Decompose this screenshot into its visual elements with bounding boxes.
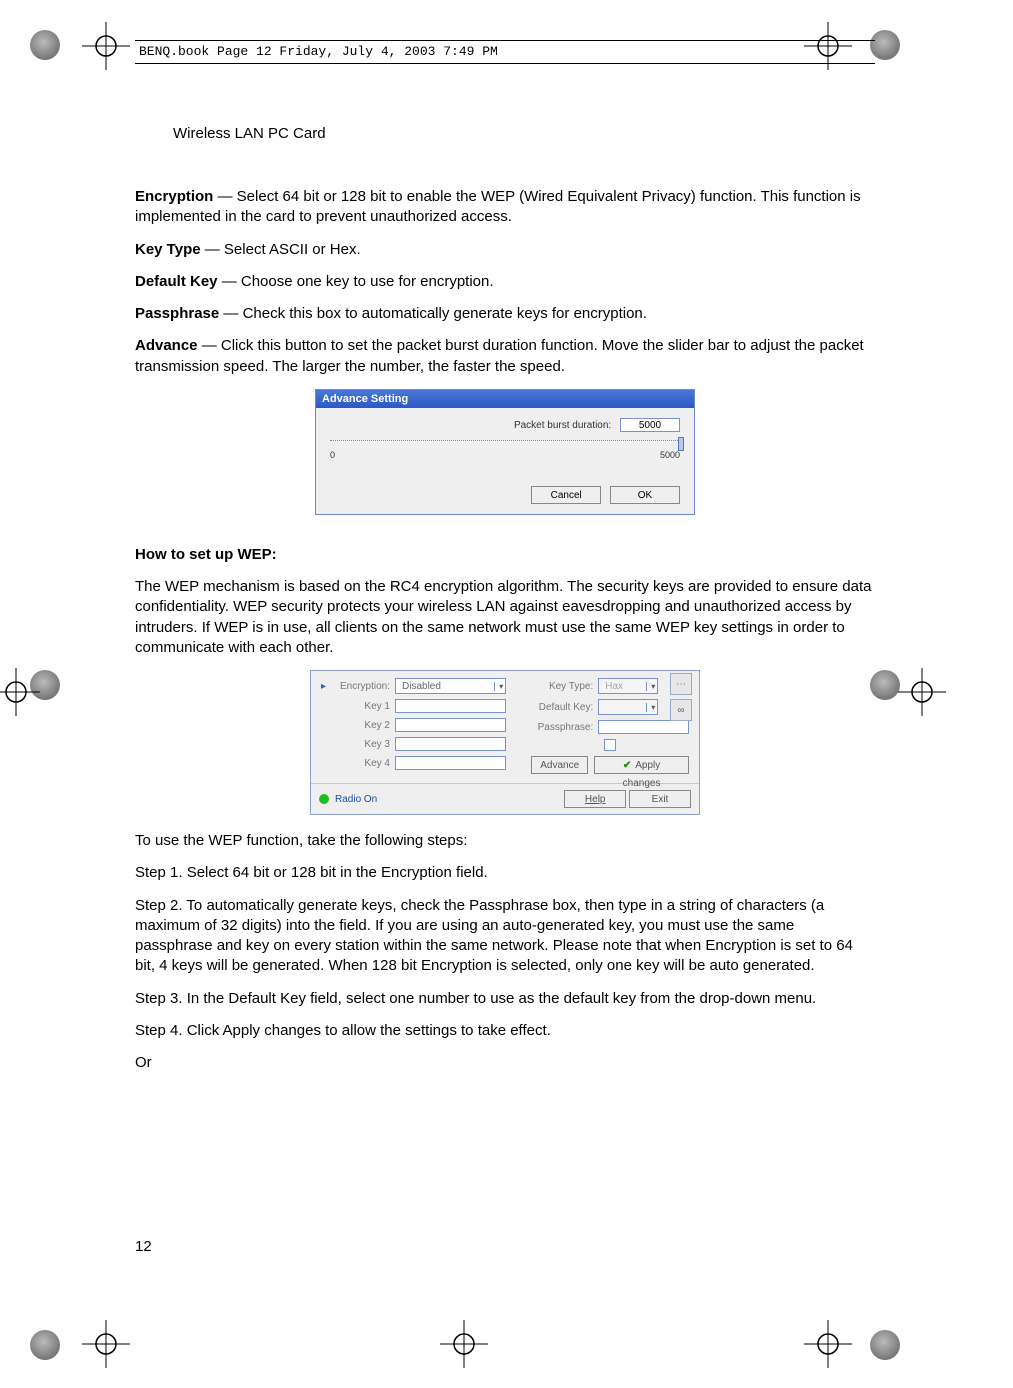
slider-min: 0 [330,450,335,460]
exit-button[interactable]: Exit [629,790,691,808]
arrow-icon: ▸ [321,681,329,692]
passphrase-input[interactable] [598,720,689,734]
page-number: 12 [135,1238,152,1255]
keytype-select-value: Hax [601,681,642,692]
panel-icon[interactable]: ∞ [670,699,692,721]
key1-label: Key 1 [334,701,390,712]
defaultkey-select[interactable]: ▾ [598,699,658,715]
key2-label: Key 2 [334,720,390,731]
key4-label: Key 4 [334,758,390,769]
packet-burst-label: Packet burst duration: [514,420,611,431]
para-advance: Advance — Click this button to set the p… [135,336,875,377]
radio-status: Radio On [319,794,377,805]
defaultkey-field-label: Default Key: [531,702,593,713]
wep-panel: ⋯ ∞ ▸ Encryption: Disabled ▾ Key 1 Key 2… [310,670,700,815]
step2: Step 2. To automatically generate keys, … [135,896,875,977]
packet-burst-value[interactable]: 5000 [620,418,680,432]
key3-input[interactable] [395,737,506,751]
cancel-button[interactable]: Cancel [531,486,601,504]
chevron-down-icon: ▾ [646,682,655,691]
check-icon: ✔ [623,760,631,771]
keytype-label: Key Type [135,241,201,258]
encryption-label: Encryption [135,188,213,205]
encryption-select-value: Disabled [398,681,490,692]
keytype-text: — Select ASCII or Hex. [201,241,361,258]
key2-input[interactable] [395,718,506,732]
advance-text: — Click this button to set the packet bu… [135,337,864,374]
crosshair-icon [82,1320,130,1368]
keytype-select[interactable]: Hax ▾ [598,678,658,694]
key3-label: Key 3 [334,739,390,750]
book-stamp: BENQ.book Page 12 Friday, July 4, 2003 7… [135,40,875,64]
or-line: Or [135,1053,875,1073]
advance-label: Advance [135,337,198,354]
wep-intro: The WEP mechanism is based on the RC4 en… [135,577,875,658]
slider-track[interactable] [330,440,680,448]
crop-disc [30,1330,60,1360]
dialog-title: Advance Setting [316,390,694,408]
passphrase-field-label: Passphrase: [531,722,593,733]
advance-setting-dialog: Advance Setting Packet burst duration: 5… [315,389,695,515]
crop-disc [30,30,60,60]
crosshair-icon [0,668,40,716]
advance-button[interactable]: Advance [531,756,588,774]
ok-button[interactable]: OK [610,486,680,504]
panel-icon[interactable]: ⋯ [670,673,692,695]
slider-thumb[interactable] [678,437,684,451]
defaultkey-text: — Choose one key to use for encryption. [218,273,494,290]
wep-heading: How to set up WEP: [135,545,875,565]
passphrase-label: Passphrase [135,305,219,322]
led-icon [319,794,329,804]
help-label: Help [585,794,606,805]
defaultkey-label: Default Key [135,273,218,290]
passphrase-text: — Check this box to automatically genera… [219,305,647,322]
crosshair-icon [804,1320,852,1368]
encryption-text: — Select 64 bit or 128 bit to enable the… [135,188,861,225]
help-button[interactable]: Help [564,790,626,808]
para-keytype: Key Type — Select ASCII or Hex. [135,240,875,260]
step1: Step 1. Select 64 bit or 128 bit in the … [135,863,875,883]
key4-input[interactable] [395,756,506,770]
encryption-select[interactable]: Disabled ▾ [395,678,506,694]
chevron-down-icon: ▾ [494,682,503,691]
key1-input[interactable] [395,699,506,713]
slider-max: 5000 [660,450,680,460]
wep-heading-text: How to set up WEP: [135,546,277,563]
step3: Step 3. In the Default Key field, select… [135,989,875,1009]
crop-disc [870,1330,900,1360]
chevron-down-icon: ▾ [646,703,655,712]
step4: Step 4. Click Apply changes to allow the… [135,1021,875,1041]
passphrase-checkbox[interactable] [604,739,616,751]
para-passphrase: Passphrase — Check this box to automatic… [135,304,875,324]
crosshair-icon [82,22,130,70]
running-head: Wireless LAN PC Card [135,125,875,142]
radio-on-label: Radio On [335,794,377,805]
wep-lead: To use the WEP function, take the follow… [135,831,875,851]
crosshair-icon [898,668,946,716]
apply-changes-button[interactable]: ✔Apply changes [594,756,689,774]
encryption-field-label: Encryption: [334,681,390,692]
keytype-field-label: Key Type: [531,681,593,692]
para-encryption: Encryption — Select 64 bit or 128 bit to… [135,187,875,228]
crosshair-icon [440,1320,488,1368]
para-defaultkey: Default Key — Choose one key to use for … [135,272,875,292]
